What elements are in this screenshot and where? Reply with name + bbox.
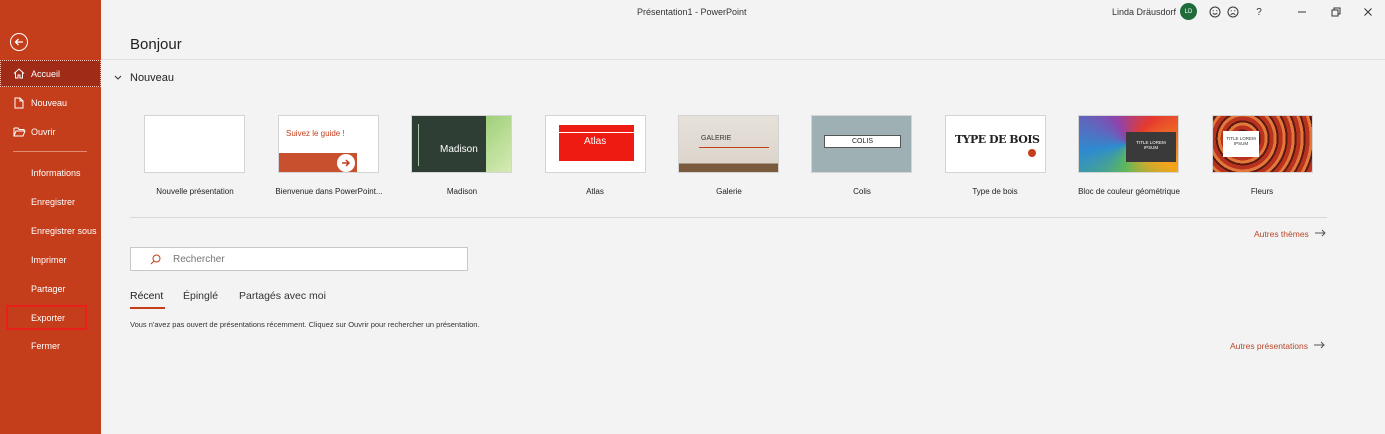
active-tab-indicator: [130, 307, 165, 309]
search-icon: [150, 254, 161, 265]
sidebar-item-fermer[interactable]: Fermer: [0, 332, 101, 359]
template-label: Nouvelle présentation: [156, 187, 234, 196]
template-thumb-text: Madison: [440, 144, 478, 155]
template-bloc-couleur[interactable]: TITLE LOREM IPSUM: [1078, 115, 1179, 173]
template-label: Galerie: [716, 187, 742, 196]
template-label: Madison: [446, 187, 478, 196]
empty-recent-message: Vous n'avez pas ouvert de présentations …: [130, 320, 480, 329]
tab-recent[interactable]: Récent: [130, 290, 163, 302]
section-divider: [130, 217, 1327, 218]
smiley-icon[interactable]: [1207, 4, 1223, 20]
page-header: Bonjour: [101, 24, 1385, 60]
template-thumb-text: GALERIE: [701, 135, 732, 142]
sidebar-item-label: Enregistrer sous: [31, 225, 97, 236]
template-label: Type de bois: [972, 187, 1018, 196]
title-bar: Présentation1 - PowerPoint Linda Dräusdo…: [101, 0, 1385, 24]
back-arrow-icon: [14, 38, 23, 46]
close-icon[interactable]: [1360, 4, 1376, 20]
folder-open-icon: [12, 127, 26, 137]
template-thumb-text: TYPE DE BOIS: [955, 133, 1040, 146]
sidebar-item-partager[interactable]: Partager: [0, 275, 101, 302]
sidebar-item-enregistrer[interactable]: Enregistrer: [0, 188, 101, 215]
sidebar-item-label: Imprimer: [31, 254, 67, 265]
search-input[interactable]: [173, 253, 443, 265]
tab-epingle[interactable]: Épinglé: [183, 290, 218, 302]
sidebar-item-enregistrer-sous[interactable]: Enregistrer sous: [0, 217, 101, 244]
more-themes-link[interactable]: Autres thèmes: [1254, 228, 1326, 240]
sidebar-item-label: Exporter: [31, 312, 66, 323]
arrow-right-icon: [1314, 228, 1326, 240]
sidebar-item-label: Partager: [31, 283, 66, 294]
section-title: Nouveau: [130, 72, 175, 84]
arrow-right-icon: [1313, 340, 1325, 352]
restore-icon[interactable]: [1328, 4, 1344, 20]
sidebar-item-label: Fermer: [31, 340, 60, 351]
sidebar-item-label: Accueil: [31, 68, 61, 79]
template-thumb-text: TITLE LOREM IPSUM: [1136, 140, 1166, 150]
sidebar-item-accueil[interactable]: Accueil: [0, 60, 101, 87]
user-name[interactable]: Linda Dräusdorf: [1112, 7, 1176, 17]
sidebar-item-ouvrir[interactable]: Ouvrir: [0, 118, 101, 145]
template-blank[interactable]: [144, 115, 245, 173]
template-welcome[interactable]: Suivez le guide !: [278, 115, 379, 173]
home-icon: [12, 68, 26, 79]
search-box[interactable]: [130, 247, 468, 271]
template-atlas[interactable]: Atlas: [545, 115, 646, 173]
template-thumb-text: COLIS: [852, 138, 874, 145]
template-label: Bienvenue dans PowerPoint...: [275, 187, 383, 196]
template-type-de-bois[interactable]: TYPE DE BOIS: [945, 115, 1046, 173]
sidebar-item-imprimer[interactable]: Imprimer: [0, 246, 101, 273]
sidebar-item-exporter[interactable]: Exporter: [5, 304, 88, 331]
new-document-icon: [12, 97, 26, 109]
frown-icon[interactable]: [1225, 4, 1241, 20]
sidebar-item-label: Ouvrir: [31, 126, 56, 137]
template-galerie[interactable]: GALERIE: [678, 115, 779, 173]
more-presentations-link[interactable]: Autres présentations: [1230, 340, 1325, 352]
more-presentations-label: Autres présentations: [1230, 341, 1308, 351]
template-label: Atlas: [586, 187, 604, 196]
template-label: Colis: [853, 187, 871, 196]
more-themes-label: Autres thèmes: [1254, 229, 1309, 239]
template-label: Fleurs: [1250, 187, 1274, 196]
sidebar-item-label: Informations: [31, 167, 81, 178]
sidebar-item-label: Enregistrer: [31, 196, 76, 207]
template-colis[interactable]: COLIS: [811, 115, 912, 173]
window-title: Présentation1 - PowerPoint: [637, 7, 747, 17]
template-madison[interactable]: Madison: [411, 115, 512, 173]
section-toggle-nouveau[interactable]: Nouveau: [114, 72, 174, 84]
template-thumb-text: Suivez le guide !: [286, 129, 345, 138]
page-title: Bonjour: [130, 36, 182, 53]
minimize-icon[interactable]: [1294, 4, 1310, 20]
back-button[interactable]: [10, 33, 28, 51]
template-fleurs[interactable]: TITLE LOREM IPSUM: [1212, 115, 1313, 173]
tab-partages[interactable]: Partagés avec moi: [239, 290, 326, 302]
sidebar-divider: [13, 151, 87, 152]
template-thumb-text: Atlas: [584, 136, 607, 147]
sidebar-item-label: Nouveau: [31, 97, 68, 108]
avatar[interactable]: LD: [1180, 3, 1197, 20]
sidebar-item-nouveau[interactable]: Nouveau: [0, 89, 101, 116]
help-icon[interactable]: ?: [1251, 4, 1267, 20]
template-thumb-text: TITLE LOREM IPSUM: [1226, 136, 1256, 146]
sidebar-item-informations[interactable]: Informations: [0, 159, 101, 186]
backstage-sidebar: Accueil Nouveau Ouvrir Informations Enre…: [0, 0, 101, 434]
arrow-right-icon: [337, 154, 355, 172]
chevron-down-icon: [114, 73, 122, 83]
template-label: Bloc de couleur géométrique: [1078, 187, 1180, 196]
